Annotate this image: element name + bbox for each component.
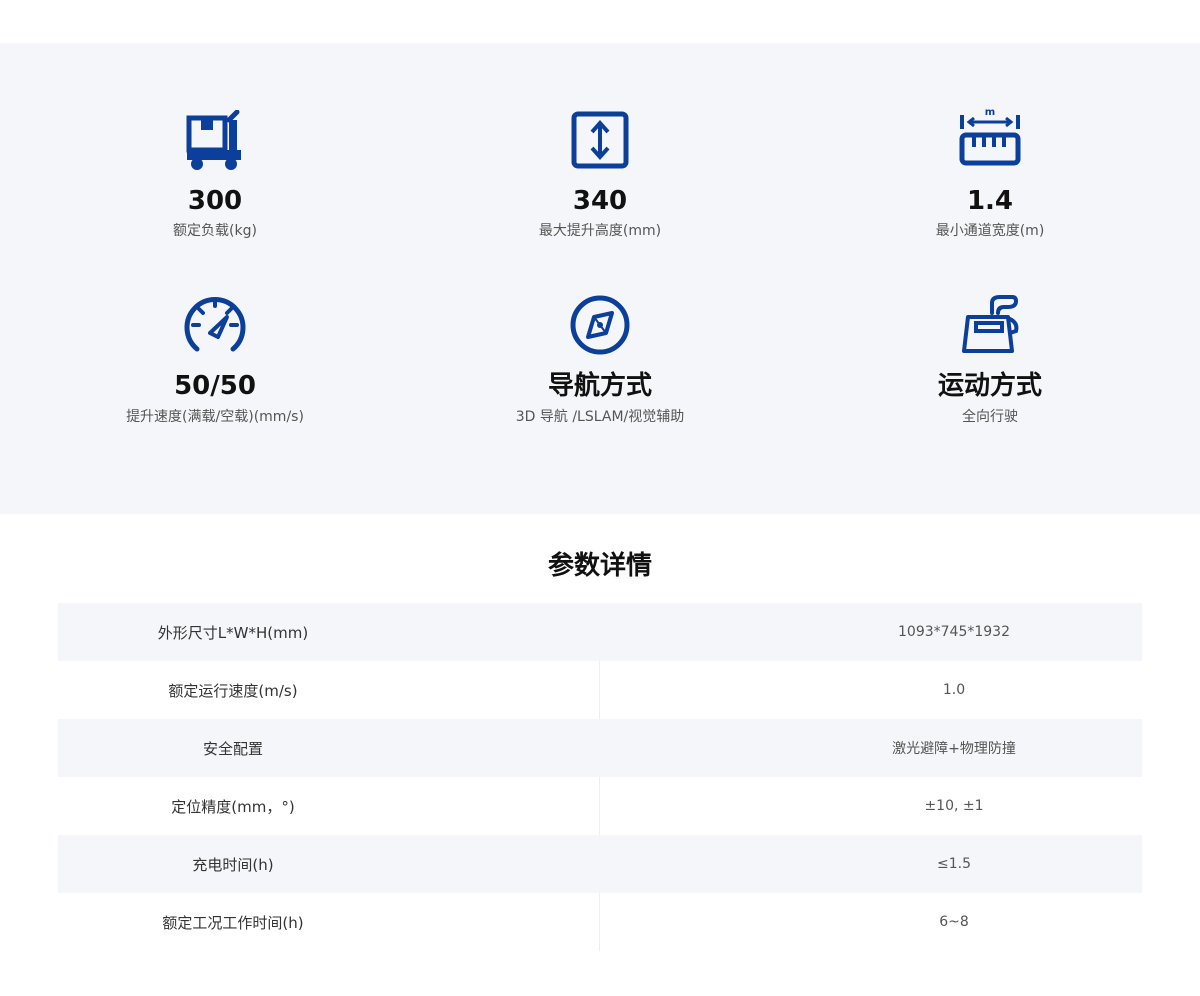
spec-key: 额定运行速度(m/s) [168,681,298,700]
feature-lift-speed: 50/50 提升速度(满载/空载)(mm/s) [15,43,415,514]
table-row: 额定运行速度(m/s) 1.0 [58,661,1142,719]
spec-key: 外形尺寸L*W*H(mm) [157,623,309,642]
feature-label: 全向行驶 [962,409,1018,425]
table-row: 充电时间(h) ≤1.5 [58,835,1142,893]
feature-value: 50/50 [174,371,256,401]
spec-value: ±10, ±1 [924,798,984,814]
feature-motion: 运动方式 全向行驶 [790,43,1190,514]
motion-icon [958,293,1022,357]
spec-key: 定位精度(mm，°) [171,797,295,816]
spec-table: 外形尺寸L*W*H(mm) 1093*745*1932 额定运行速度(m/s) … [58,603,1142,951]
feature-label: 提升速度(满载/空载)(mm/s) [126,409,304,425]
compass-icon [568,293,632,357]
spec-value: ≤1.5 [937,856,971,872]
spec-key: 安全配置 [202,739,263,758]
spec-key: 额定工况工作时间(h) [162,913,304,932]
table-row: 安全配置 激光避障+物理防撞 [58,719,1142,777]
spec-value: 1093*745*1932 [898,624,1010,640]
feature-value: 导航方式 [547,371,652,401]
feature-value: 运动方式 [937,371,1042,401]
table-row: 额定工况工作时间(h) 6~8 [58,893,1142,951]
spec-value: 6~8 [939,914,969,930]
spec-value: 1.0 [942,682,966,698]
feature-label: 3D 导航 /LSLAM/视觉辅助 [515,409,685,425]
spec-value: 激光避障+物理防撞 [892,741,1016,757]
section-title: 参数详情 [547,551,652,581]
table-row: 外形尺寸L*W*H(mm) 1093*745*1932 [58,603,1142,661]
speedometer-icon [183,293,247,357]
feature-panel: 300 额定负载(kg) 340 最大提升高度(mm) m 1.4 最小通道宽度… [0,43,1200,514]
spec-key: 充电时间(h) [192,855,274,874]
table-row: 定位精度(mm，°) ±10, ±1 [58,777,1142,835]
feature-navigation: 导航方式 3D 导航 /LSLAM/视觉辅助 [400,43,800,514]
